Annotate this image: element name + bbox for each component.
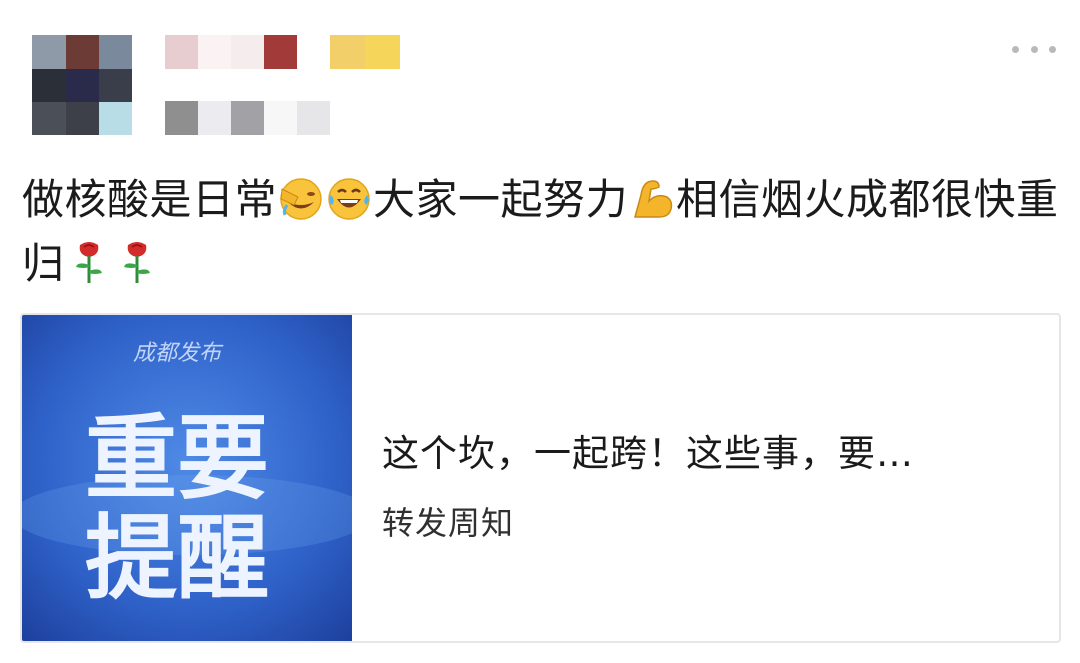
article-thumbnail: 成都发布 重要 提醒 [22, 315, 352, 641]
post-text: 做核酸是日常 大家一起努力 相信烟火成都很快重归 [22, 168, 1067, 296]
username[interactable] [165, 35, 400, 69]
thumbnail-heading-line2: 提醒 [85, 505, 269, 612]
laughing-tears-emoji-icon [328, 178, 370, 220]
article-title: 这个坎，一起跨！这些事，要… [382, 432, 914, 475]
post-text-part1: 做核酸是日常 [22, 175, 278, 224]
thumbnail-logo: 成都发布 [133, 341, 224, 366]
rose-emoji-icon [123, 242, 150, 283]
article-subtitle: 转发周知 [382, 504, 515, 542]
more-options-icon[interactable] [1012, 38, 1056, 60]
more-dot [1030, 45, 1038, 53]
avatar[interactable] [32, 35, 132, 135]
rose-emoji-icon [75, 242, 102, 283]
thumbnail-heading-line1: 重要 [85, 405, 269, 512]
more-dot [1012, 45, 1019, 53]
flexed-biceps-emoji-icon [634, 180, 673, 218]
more-dot [1049, 45, 1056, 53]
facepalm-emoji-icon [280, 178, 322, 220]
shared-article-card[interactable]: 成都发布 重要 提醒 这个坎，一起跨！这些事，要… 转发周知 [20, 313, 1061, 643]
user-subtitle [165, 101, 330, 135]
post-text-part2: 大家一起努力 [373, 175, 629, 224]
